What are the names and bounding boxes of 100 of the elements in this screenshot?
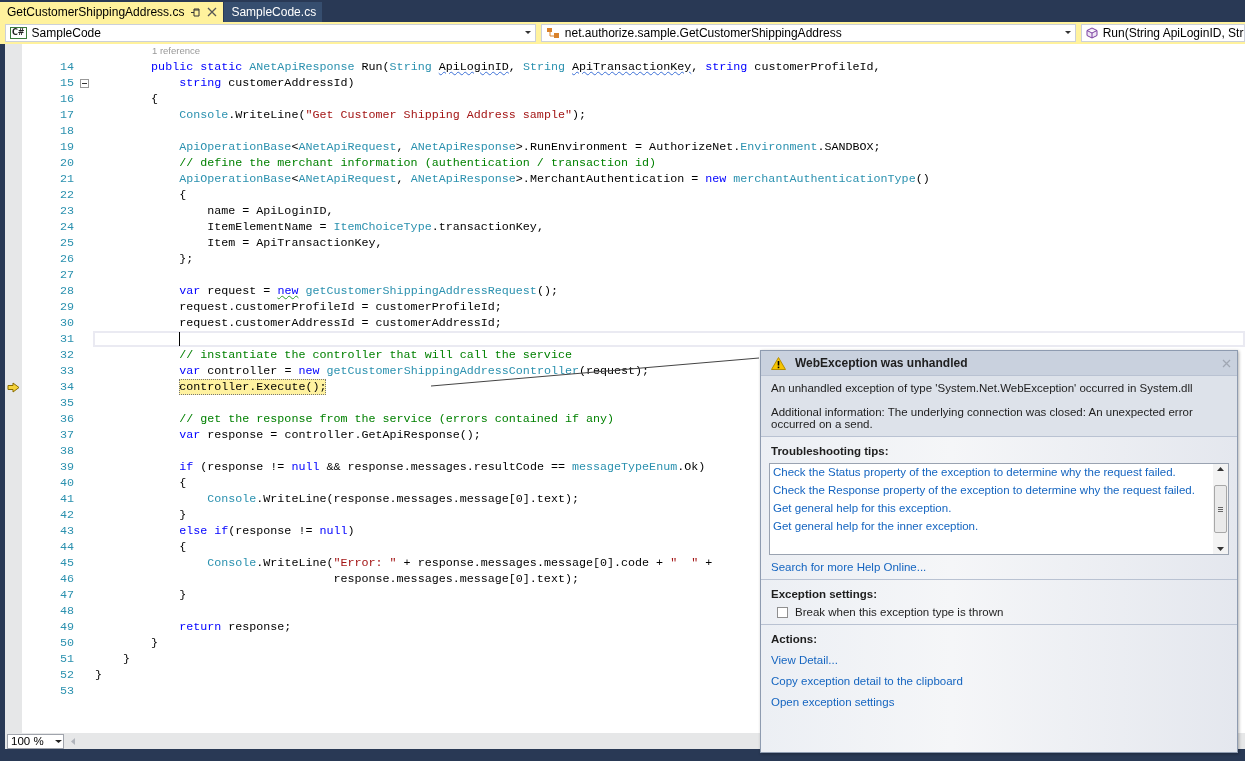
line-number: 52 (58, 667, 74, 683)
close-icon[interactable] (207, 7, 218, 17)
next-statement-highlight: controller.Execute(); (179, 379, 327, 395)
tip-link[interactable]: Check the Status property of the exception to determine why the request failed. (773, 466, 1176, 478)
line-number: 35 (58, 395, 74, 411)
code-line: }; (178, 251, 194, 267)
line-number: 22 (58, 187, 74, 203)
code-line: ItemElementName = ItemChoiceType.transactionKey, (206, 219, 544, 235)
section-heading: Troubleshooting tips: (771, 445, 890, 457)
tip-link[interactable]: Get general help for this exception. (773, 502, 952, 514)
line-number: 39 (58, 459, 74, 475)
collapse-icon[interactable] (80, 78, 89, 88)
line-number: 18 (58, 123, 74, 139)
line-number: 23 (58, 203, 74, 219)
scrollbar-thumb[interactable] (1214, 485, 1227, 533)
search-help-link[interactable]: Search for more Help Online... (771, 561, 927, 573)
next-statement-arrow-icon (7, 381, 20, 393)
line-number: 43 (58, 523, 74, 539)
section-heading: Exception settings: (771, 588, 879, 600)
code-line: { (178, 475, 187, 491)
zoom-dropdown[interactable]: 100 % (7, 733, 64, 749)
project-dropdown[interactable]: C# SampleCode (5, 24, 536, 42)
line-number: 46 (58, 571, 74, 587)
method-icon (1085, 27, 1098, 39)
line-number: 47 (58, 587, 74, 603)
language-badge: C# (10, 27, 27, 39)
code-line: { (150, 91, 159, 107)
code-line: request.customerProfileId = customerProfileId; (178, 299, 502, 315)
code-line: Console.WriteLine("Error: " + response.messages.message[0].code + " " + (206, 555, 713, 571)
action-link[interactable]: Open exception settings (771, 696, 895, 708)
line-number: 19 (58, 139, 74, 155)
additional-information: Additional information: The underlying connection was closed: An unexpected error occurred on a send. (771, 406, 1194, 430)
code-line: var response = controller.GetApiResponse(); (178, 427, 481, 443)
suggestion-underlined-code: new (277, 284, 299, 298)
line-number: 15 (58, 75, 74, 91)
code-line: public static ANetApiResponse Run(String ApiLoginID, String ApiTransactionKey, string customerProfileId, (150, 59, 881, 75)
code-line: else if(response != null) (178, 523, 355, 539)
popup-title: WebException was unhandled (795, 356, 969, 370)
line-number: 36 (58, 411, 74, 427)
line-number: 50 (58, 635, 74, 651)
tip-link[interactable]: Get general help for the inner exception. (773, 520, 979, 532)
line-number: 25 (58, 235, 74, 251)
file-tab[interactable]: GetCustomerShippingAddress.cs (0, 2, 224, 22)
action-link[interactable]: View Detail... (771, 654, 838, 666)
line-number: 41 (58, 491, 74, 507)
line-number: 28 (58, 283, 74, 299)
line-number: 20 (58, 155, 74, 171)
line-number: 49 (58, 619, 74, 635)
line-number: 30 (58, 315, 74, 331)
member-dropdown[interactable]: Run(String ApiLoginID, Str (1080, 24, 1245, 42)
line-number: 51 (58, 651, 74, 667)
line-number: 16 (58, 91, 74, 107)
line-number: 48 (58, 603, 74, 619)
warning-underlined-code: ApiTransactionKey (572, 60, 692, 74)
type-dropdown[interactable]: net.authorize.sample.GetCustomerShippingAddress (540, 24, 1076, 42)
code-line: name = ApiLoginID, (206, 203, 334, 219)
line-number: 17 (58, 107, 74, 123)
line-number: 37 (58, 427, 74, 443)
tip-link[interactable]: Check the Response property of the exception to determine why the request failed. (773, 484, 1195, 496)
scroll-up-icon[interactable] (1217, 467, 1224, 471)
code-line: } (178, 507, 187, 523)
line-number: 38 (58, 443, 74, 459)
code-line: var request = new getCustomerShippingAddressRequest(); (178, 283, 558, 299)
file-tab[interactable]: SampleCode.cs (224, 2, 323, 22)
code-line: response.messages.message[0].text); (332, 571, 579, 587)
code-line: ApiOperationBase<ANetApiRequest, ANetApiResponse>.MerchantAuthentication = new merchantAuthenticationType() (178, 171, 930, 187)
code-line: request.customerAddressId = customerAddressId; (178, 315, 502, 331)
action-link[interactable]: Copy exception detail to the clipboard (771, 675, 963, 687)
code-line: if (response != null && response.messages.resultCode == messageTypeEnum.Ok) (178, 459, 706, 475)
code-line: // define the merchant information (authentication / transaction id) (178, 155, 657, 171)
section-heading: Actions: (771, 633, 818, 645)
line-number: 45 (58, 555, 74, 571)
line-number: 32 (58, 347, 74, 363)
line-number: 24 (58, 219, 74, 235)
class-icon (545, 27, 560, 39)
warning-underlined-code: ApiLoginID (438, 60, 509, 74)
code-line: } (95, 667, 102, 683)
dropdown-arrow-icon (54, 738, 63, 744)
line-number: 42 (58, 507, 74, 523)
line-number: 26 (58, 251, 74, 267)
code-line: } (150, 635, 159, 651)
checkbox[interactable] (777, 606, 788, 618)
line-number: 14 (58, 59, 74, 75)
code-line: // instantiate the controller that will call the service (178, 347, 572, 363)
code-line: } (178, 587, 187, 603)
code-line: Console.WriteLine("Get Customer Shipping Address sample"); (178, 107, 586, 123)
warning-icon (771, 356, 786, 370)
line-number: 21 (58, 171, 74, 187)
line-number: 53 (58, 683, 74, 699)
scroll-down-icon[interactable] (1217, 547, 1224, 551)
code-line: return response; (178, 619, 292, 635)
checkbox-label: Break when this exception type is thrown (795, 606, 1004, 618)
pin-icon[interactable] (190, 6, 202, 18)
code-line: // get the response from the service (errors contained if any) (178, 411, 614, 427)
line-number: 40 (58, 475, 74, 491)
code-line: } (122, 651, 131, 667)
code-line: string customerAddressId) (178, 75, 355, 91)
code-line: ApiOperationBase<ANetApiRequest, ANetApiResponse>.RunEnvironment = AuthorizeNet.Environment.SANDBOX; (178, 139, 881, 155)
line-number: 34 (58, 379, 74, 395)
line-number: 29 (58, 299, 74, 315)
